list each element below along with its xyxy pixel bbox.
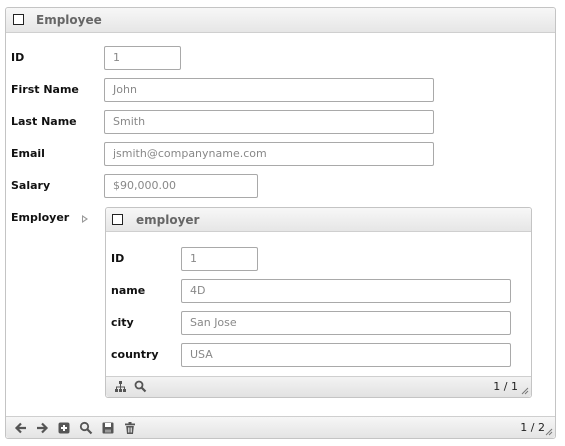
first-name-field[interactable]: John	[104, 78, 434, 102]
employer-footer: 1 / 1	[106, 376, 531, 397]
employer-subform: employer ID 1 name 4D city San Jose coun…	[105, 207, 532, 398]
employer-country-field[interactable]: USA	[181, 343, 511, 367]
employer-city-label: city	[111, 316, 134, 329]
last-name-field[interactable]: Smith	[104, 110, 434, 134]
employer-select-checkbox[interactable]	[112, 214, 123, 225]
email-label: Email	[11, 147, 45, 160]
save-icon[interactable]	[101, 421, 115, 435]
employer-record-count: 1 / 1	[493, 380, 518, 393]
id-field[interactable]: 1	[104, 46, 181, 70]
resize-grip-icon[interactable]	[521, 387, 529, 395]
trash-icon[interactable]	[123, 421, 137, 435]
employee-header: Employee	[6, 8, 555, 33]
employer-label: Employer	[11, 211, 70, 224]
tree-icon[interactable]	[114, 380, 127, 393]
employer-header: employer	[106, 208, 531, 232]
salary-label: Salary	[11, 179, 51, 192]
employer-id-label: ID	[111, 252, 125, 265]
employer-id-field[interactable]: 1	[181, 247, 258, 271]
salary-field[interactable]: $90,000.00	[104, 174, 258, 198]
employer-name-label: name	[111, 284, 146, 297]
employee-select-checkbox[interactable]	[13, 14, 24, 25]
email-field[interactable]: jsmith@companyname.com	[104, 142, 434, 166]
search-icon[interactable]	[79, 421, 93, 435]
first-name-label: First Name	[11, 83, 79, 96]
back-arrow-icon[interactable]	[14, 421, 28, 435]
employee-footer: 1 / 2	[6, 416, 555, 438]
employee-title: Employee	[36, 13, 102, 27]
forward-arrow-icon[interactable]	[35, 421, 49, 435]
employer-city-field[interactable]: San Jose	[181, 311, 511, 335]
employer-expand-icon[interactable]	[82, 215, 88, 223]
employer-country-label: country	[111, 348, 159, 361]
employee-record-count: 1 / 2	[520, 421, 545, 434]
employer-title: employer	[136, 213, 200, 227]
employer-name-field[interactable]: 4D	[181, 279, 511, 303]
search-icon[interactable]	[134, 380, 147, 393]
add-icon[interactable]	[57, 421, 71, 435]
employee-panel: Employee ID 1 First Name John Last Name …	[5, 7, 556, 439]
id-label: ID	[11, 51, 25, 64]
last-name-label: Last Name	[11, 115, 77, 128]
resize-grip-icon[interactable]	[545, 428, 553, 436]
